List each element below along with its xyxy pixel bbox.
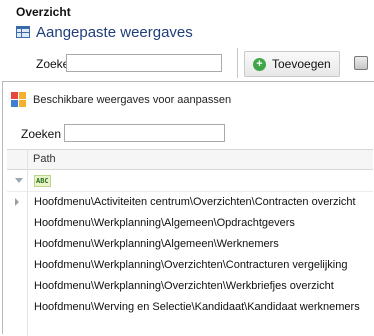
popup-search-input[interactable] xyxy=(64,124,225,142)
table-row[interactable]: Hoofdmenu\Werkplanning\Algemeen\Opdracht… xyxy=(7,213,373,234)
table-row[interactable]: Hoofdmenu\Werkplanning\Overzichten\Werkb… xyxy=(7,276,373,297)
table-row[interactable]: Hoofdmenu\Werkplanning\Overzichten\Contr… xyxy=(7,255,373,276)
abc-icon[interactable]: ABC xyxy=(34,175,51,187)
row-path: Hoofdmenu\Werkplanning\Overzichten\Contr… xyxy=(34,259,348,271)
row-path: Hoofdmenu\Activiteiten centrum\Overzicht… xyxy=(34,196,356,208)
toolbar-separator xyxy=(237,48,238,78)
row-path: Hoofdmenu\Werving en Selectie\Kandidaat\… xyxy=(34,301,360,313)
table-row[interactable]: Hoofdmenu\Werkplanning\Algemeen\Werkneme… xyxy=(7,234,373,255)
views-grid: Path ABC Hoofdmenu\Activiteiten centrum\… xyxy=(7,149,373,336)
grid-icon xyxy=(16,26,30,38)
table-row[interactable]: Hoofdmenu\Werving en Selectie\Kandidaat\… xyxy=(7,297,373,318)
add-button[interactable]: + Toevoegen xyxy=(244,51,340,77)
row-path: Hoofdmenu\Werkplanning\Overzichten\Werkb… xyxy=(34,280,334,292)
popup-header: Beschikbare weergaves voor aanpassen xyxy=(11,92,231,108)
popup-title: Beschikbare weergaves voor aanpassen xyxy=(33,94,232,106)
toolbar-search-input[interactable] xyxy=(66,54,222,72)
available-views-popup: Beschikbare weergaves voor aanpassen Zoe… xyxy=(2,81,374,336)
row-expand-icon[interactable] xyxy=(15,198,19,206)
add-button-label: Toevoegen xyxy=(272,57,331,71)
page-header: Aangepaste weergaves xyxy=(16,20,193,44)
row-path: Hoofdmenu\Werkplanning\Algemeen\Opdracht… xyxy=(34,217,295,229)
page-title: Aangepaste weergaves xyxy=(36,23,193,41)
plus-circle-icon: + xyxy=(253,57,266,71)
grid-rows: Hoofdmenu\Activiteiten centrum\Overzicht… xyxy=(7,192,373,318)
row-path: Hoofdmenu\Werkplanning\Algemeen\Werkneme… xyxy=(34,238,279,250)
filter-row[interactable]: ABC xyxy=(7,170,373,192)
table-row[interactable]: Hoofdmenu\Activiteiten centrum\Overzicht… xyxy=(7,192,373,213)
grid-header: Path xyxy=(7,150,373,170)
column-header-path[interactable]: Path xyxy=(33,153,56,165)
print-icon[interactable] xyxy=(354,56,368,70)
filter-icon[interactable] xyxy=(15,178,23,183)
section-title: Overzicht xyxy=(16,5,71,19)
popup-search-label: Zoeken xyxy=(21,127,62,141)
views-icon xyxy=(11,92,27,108)
